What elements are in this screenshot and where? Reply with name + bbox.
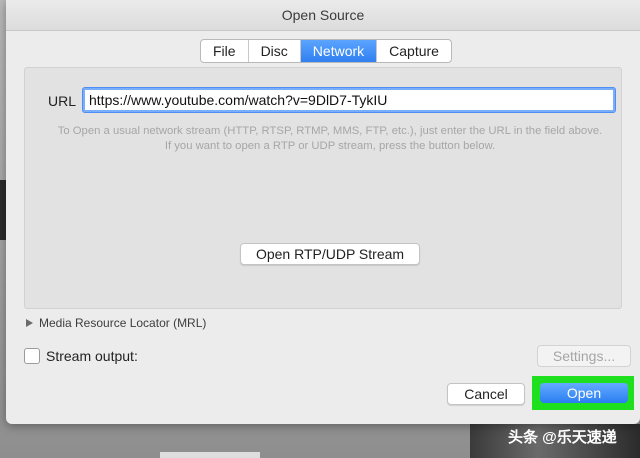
watermark: 头条 @乐天速递 [508, 429, 617, 446]
network-help-text: To Open a usual network stream (HTTP, RT… [57, 125, 603, 152]
url-label: URL [48, 93, 77, 109]
stream-output-row: Stream output: [24, 348, 138, 364]
tab-network[interactable]: Network [300, 40, 378, 62]
tab-file[interactable]: File [201, 40, 249, 62]
mrl-disclosure[interactable]: Media Resource Locator (MRL) [26, 316, 206, 330]
tab-bar: File Disc Network Capture [200, 39, 452, 63]
stream-output-checkbox[interactable] [24, 348, 40, 364]
open-rtp-udp-stream-button[interactable]: Open RTP/UDP Stream [240, 243, 420, 265]
network-panel: URL https://www.youtube.com/watch?v=9DlD… [24, 67, 622, 309]
titlebar: Open Source [6, 0, 640, 31]
settings-button[interactable]: Settings... [537, 345, 631, 367]
open-source-dialog: Open Source File Disc Network Capture UR… [6, 0, 640, 424]
tab-disc[interactable]: Disc [249, 40, 301, 62]
disclosure-triangle-icon [26, 319, 33, 327]
tab-capture[interactable]: Capture [377, 40, 451, 62]
window-title: Open Source [281, 7, 365, 23]
cancel-button[interactable]: Cancel [447, 383, 525, 405]
mrl-label: Media Resource Locator (MRL) [39, 316, 207, 330]
background-bar [160, 452, 260, 458]
url-input[interactable]: https://www.youtube.com/watch?v=9DlD7-Ty… [83, 88, 615, 112]
open-button[interactable]: Open [540, 383, 628, 403]
stream-output-label: Stream output: [46, 348, 138, 364]
